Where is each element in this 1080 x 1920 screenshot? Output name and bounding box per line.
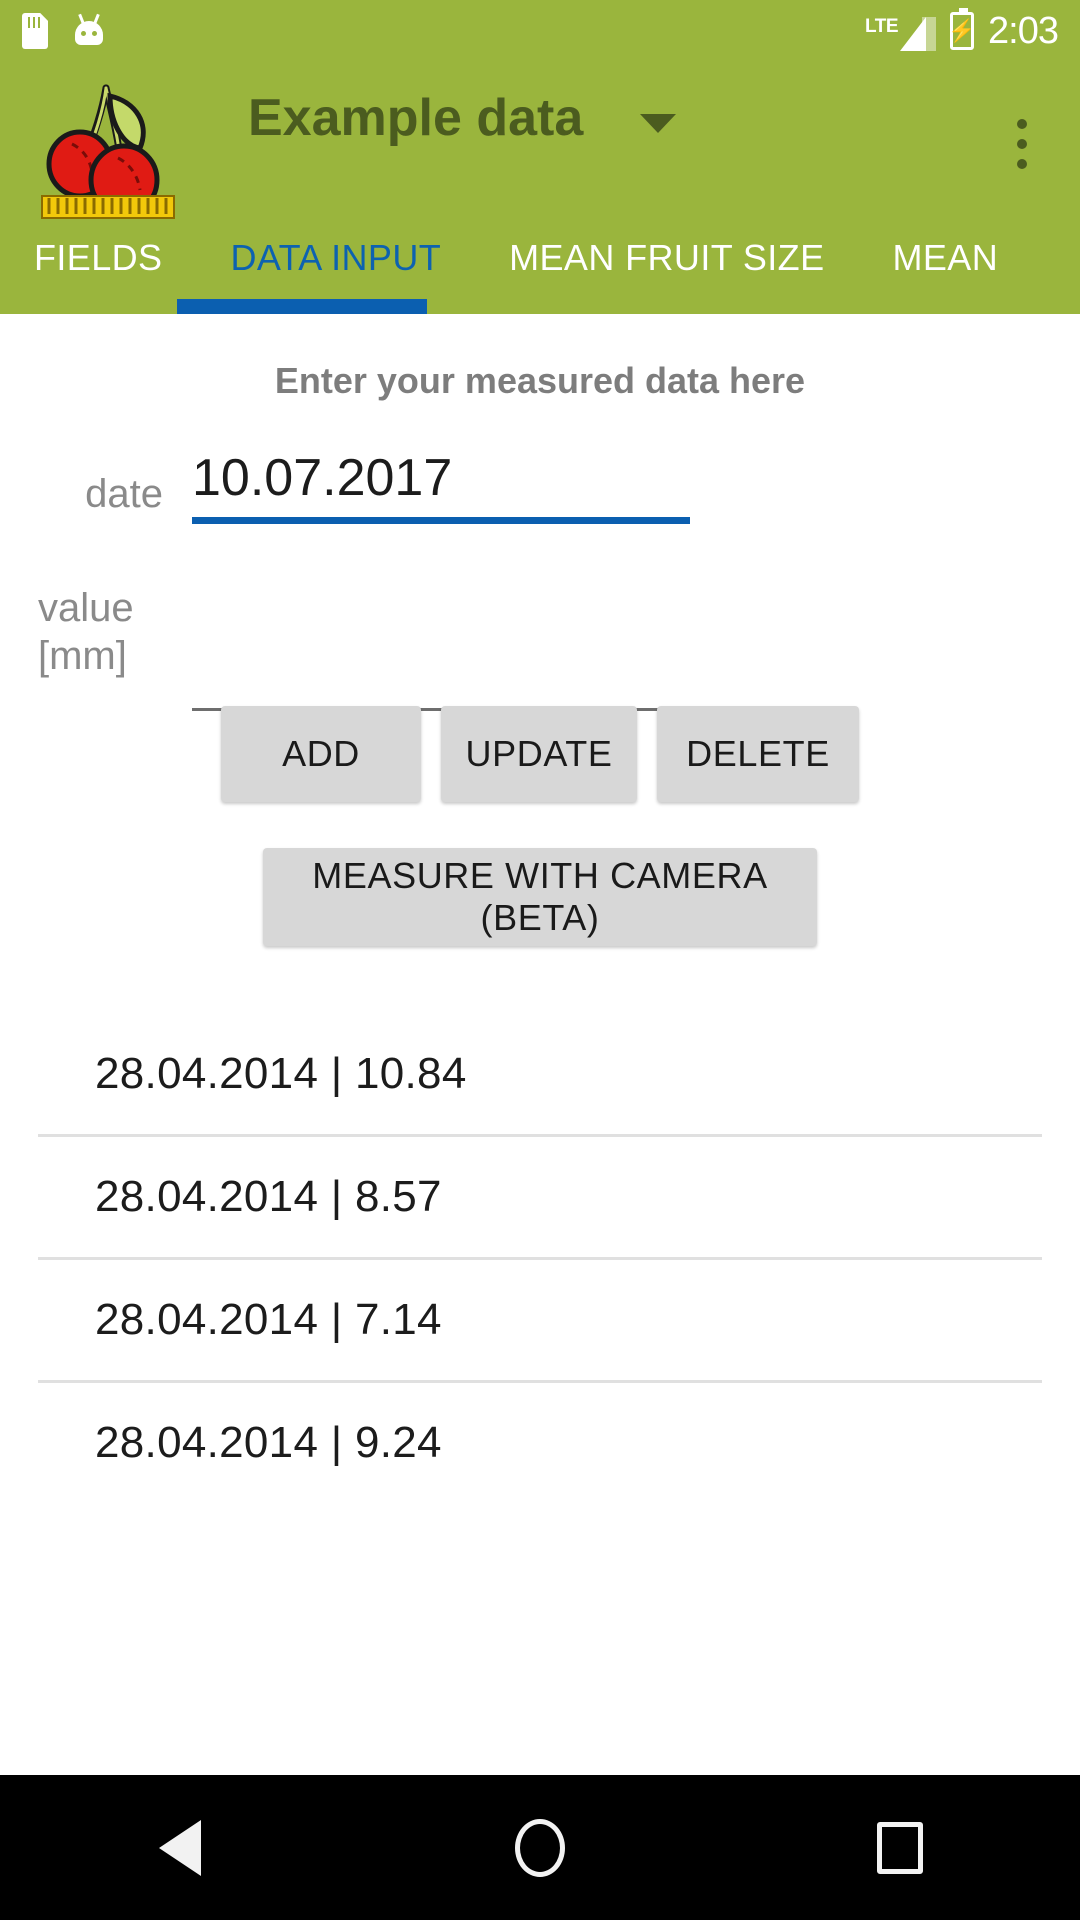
battery-charging-icon: ⚡: [948, 8, 976, 50]
app-bar: Example data: [0, 62, 1080, 222]
value-field-label-line2: [mm]: [38, 634, 127, 678]
value-input-value: [192, 646, 690, 708]
battery-bolt-glyph: ⚡: [948, 18, 976, 43]
cherries-ruler-logo: [32, 72, 192, 222]
lte-label: LTE: [865, 16, 899, 37]
status-bar: LTE ⚡ 2:03: [0, 0, 1080, 62]
value-field-label: value [mm]: [0, 584, 175, 680]
list-item[interactable]: 28.04.2014 | 7.14: [0, 1260, 1080, 1380]
status-bar-right-icons: LTE ⚡ 2:03: [865, 8, 1059, 52]
tab-mean-fruit-size[interactable]: MEAN FRUIT SIZE: [475, 222, 858, 314]
back-triangle-icon: [159, 1819, 201, 1876]
action-button-row: ADD UPDATE DELETE: [0, 706, 1080, 802]
value-field-label-line1: value: [38, 586, 134, 630]
phone-screen: LTE ⚡ 2:03 Example data FIELDS DATA INPU…: [0, 0, 1080, 1920]
recents-button[interactable]: [815, 1775, 985, 1920]
date-input[interactable]: 10.07.2017: [192, 449, 690, 524]
android-icon: [72, 13, 106, 48]
add-button[interactable]: ADD: [221, 706, 421, 802]
signal-icon: [900, 17, 937, 51]
page-title: Example data: [248, 89, 584, 147]
delete-button[interactable]: DELETE: [657, 706, 859, 802]
list-item[interactable]: 28.04.2014 | 9.24: [0, 1383, 1080, 1503]
measurement-list: 28.04.2014 | 10.84 28.04.2014 | 8.57 28.…: [0, 1014, 1080, 1503]
sd-card-icon: [22, 13, 48, 49]
tab-fields[interactable]: FIELDS: [0, 222, 196, 314]
measure-with-camera-button[interactable]: MEASURE WITH CAMERA (BETA): [263, 848, 817, 946]
section-heading: Enter your measured data here: [274, 360, 806, 401]
tab-list: FIELDS DATA INPUT MEAN FRUIT SIZE MEAN: [0, 222, 1032, 314]
status-bar-clock: 2:03: [988, 10, 1059, 52]
back-button[interactable]: [95, 1775, 265, 1920]
system-navigation-bar: [0, 1775, 1080, 1920]
dropdown-caret-icon[interactable]: [640, 114, 676, 133]
update-button[interactable]: UPDATE: [441, 706, 637, 802]
overflow-menu-icon[interactable]: [1002, 94, 1042, 194]
value-input[interactable]: [192, 646, 690, 711]
recents-square-icon: [877, 1821, 923, 1874]
home-button[interactable]: [455, 1775, 625, 1920]
status-bar-left-icons: [22, 13, 106, 49]
list-item[interactable]: 28.04.2014 | 10.84: [0, 1014, 1080, 1134]
date-input-underline: [192, 516, 690, 524]
lte-signal-icon: LTE: [865, 11, 937, 51]
tab-selection-indicator: [177, 299, 427, 314]
data-input-panel: Enter your measured data here date 10.07…: [0, 314, 1080, 1775]
date-field-label: date: [85, 472, 163, 516]
tab-bar: FIELDS DATA INPUT MEAN FRUIT SIZE MEAN: [0, 222, 1080, 314]
tab-mean[interactable]: MEAN: [858, 222, 1032, 314]
list-item[interactable]: 28.04.2014 | 8.57: [0, 1137, 1080, 1257]
home-circle-icon: [515, 1818, 565, 1877]
date-input-value: 10.07.2017: [192, 449, 453, 507]
camera-button-row: MEASURE WITH CAMERA (BETA): [0, 848, 1080, 946]
